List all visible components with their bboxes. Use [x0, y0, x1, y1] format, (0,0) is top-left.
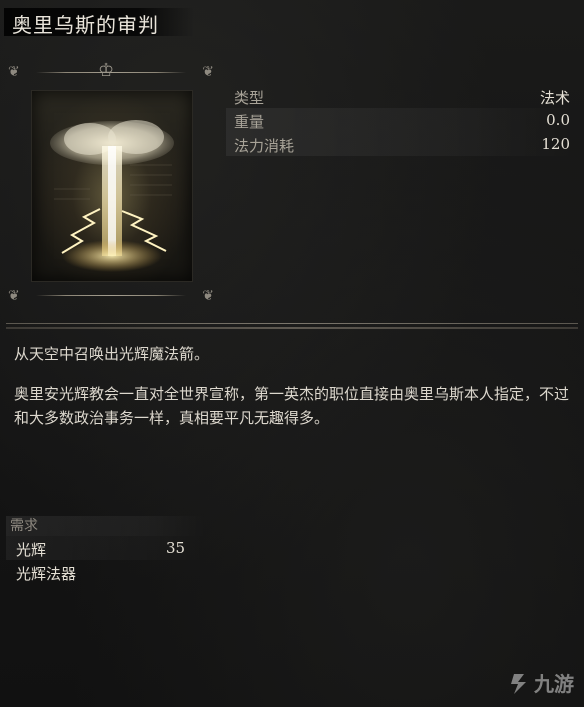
- frame-bottom-ornament: ❦ ❦: [6, 286, 216, 306]
- description-summary: 从天空中召唤出光辉魔法箭。: [14, 345, 210, 363]
- stat-value: 0.0: [546, 111, 570, 129]
- item-description: 从天空中召唤出光辉魔法箭。 奥里安光辉教会一直对全世界宣称，第一英杰的职位直接由…: [14, 342, 576, 430]
- requirement-name: 光辉: [16, 541, 47, 559]
- stat-row-type: 类型 法术: [226, 84, 576, 108]
- watermark-text: 九游: [534, 672, 574, 696]
- stat-row-fp-cost: 法力消耗 120: [226, 132, 576, 156]
- requirement-name: 光辉法器: [16, 565, 77, 583]
- requirement-row: 光辉 35: [6, 536, 206, 560]
- stat-label: 类型: [234, 89, 265, 107]
- flourish-right-icon: ❦: [202, 64, 214, 80]
- requirement-value: 35: [166, 539, 186, 557]
- requirement-row: 光辉法器: [6, 560, 206, 584]
- stat-label: 法力消耗: [234, 137, 295, 155]
- spell-icon: [31, 90, 193, 282]
- crown-ornament-icon: ♔: [98, 60, 115, 81]
- stat-value: 120: [541, 135, 570, 153]
- item-stats: 类型 法术 重量 0.0 法力消耗 120: [226, 84, 576, 156]
- requirements-panel: 需求 光辉 35 光辉法器: [6, 516, 206, 584]
- section-divider: [6, 320, 578, 332]
- flourish-bottom-left-icon: ❦: [8, 288, 20, 304]
- frame-top-ornament: ❦ ♔ ❦: [6, 60, 216, 82]
- item-title: 奥里乌斯的审判: [12, 13, 159, 37]
- stat-label: 重量: [234, 113, 265, 131]
- watermark-logo-icon: [511, 673, 526, 694]
- flourish-bottom-right-icon: ❦: [202, 288, 214, 304]
- description-lore: 奥里安光辉教会一直对全世界宣称，第一英杰的职位直接由奥里乌斯本人指定，不过和大多…: [14, 385, 570, 427]
- stat-row-weight: 重量 0.0: [226, 108, 576, 132]
- item-frame: ❦ ♔ ❦ ❦ ❦: [6, 60, 216, 306]
- flourish-left-icon: ❦: [8, 64, 20, 80]
- stat-value: 法术: [539, 89, 570, 107]
- watermark: 九游: [506, 668, 574, 697]
- requirements-header: 需求: [6, 516, 206, 536]
